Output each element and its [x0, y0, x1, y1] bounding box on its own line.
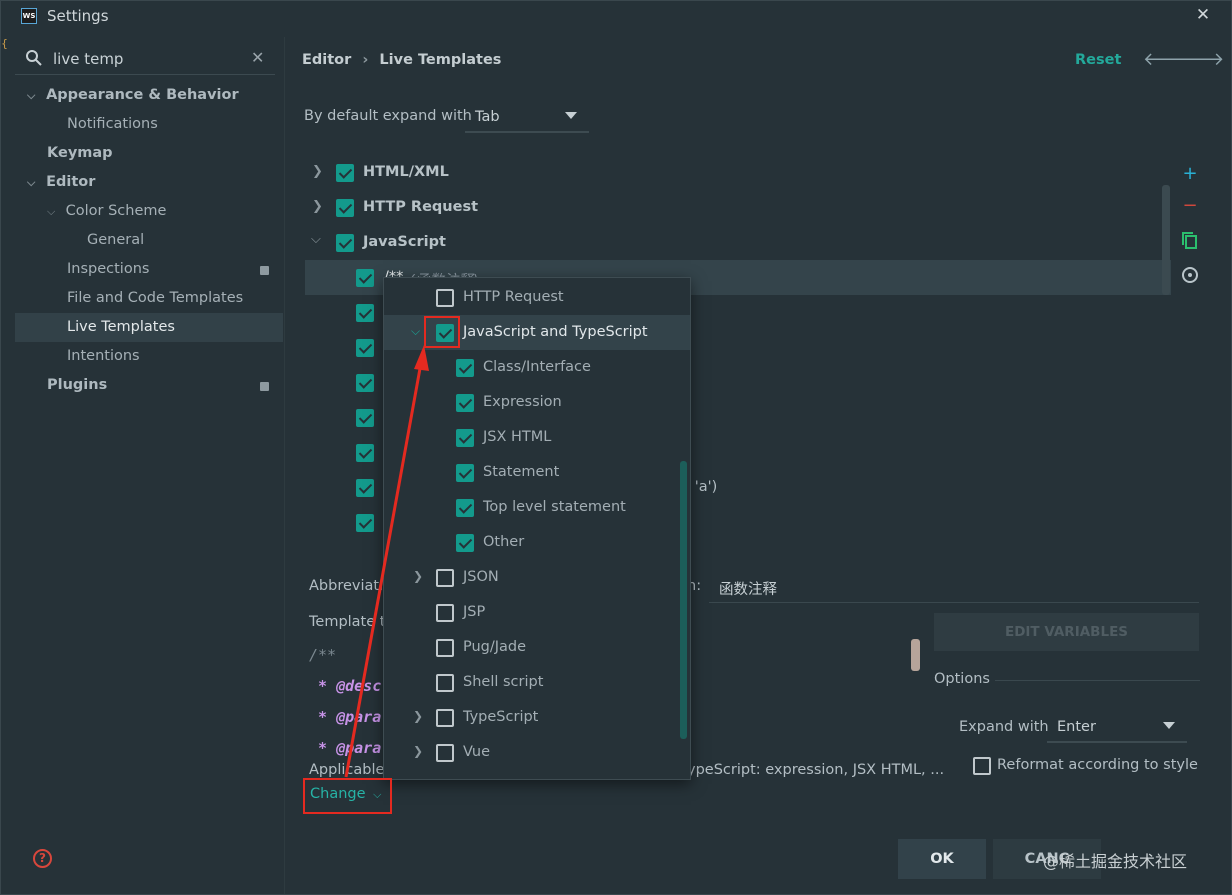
annotation-arrow	[344, 345, 429, 778]
settings-window: { WS Settings ✕ live temp ✕ ⌵ Appearance…	[0, 0, 1232, 895]
